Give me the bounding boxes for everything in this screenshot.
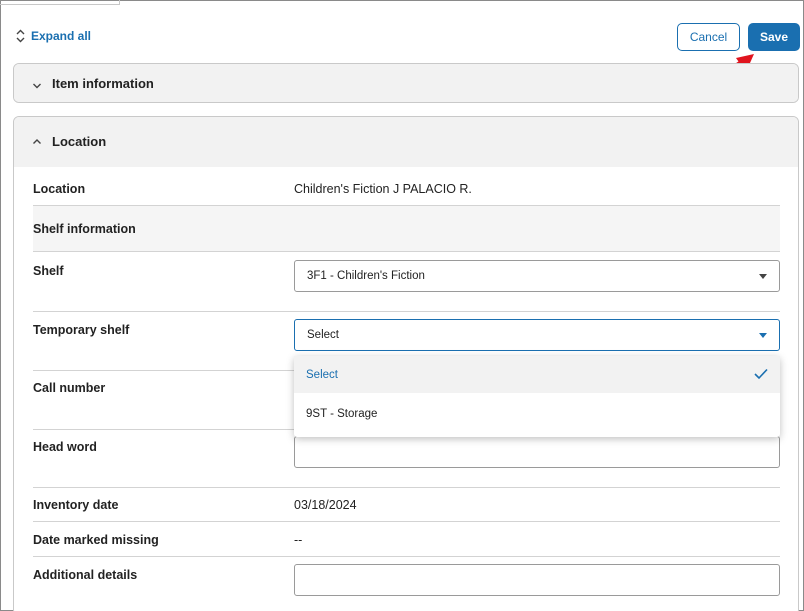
- location-label: Location: [33, 182, 86, 196]
- shelf-row: Shelf 3F1 - Children's Fiction: [33, 252, 780, 312]
- shelf-information-row: Shelf information: [33, 206, 780, 252]
- dropdown-option-storage[interactable]: 9ST - Storage: [294, 395, 780, 432]
- additional-details-row: Additional details: [33, 557, 780, 611]
- head-word-label: Head word: [33, 440, 97, 454]
- shelf-label: Shelf: [33, 264, 64, 278]
- chevron-down-icon: [759, 333, 767, 338]
- expand-all-label: Expand all: [31, 29, 92, 43]
- dropdown-option-label: 9ST - Storage: [306, 407, 378, 420]
- temporary-shelf-label: Temporary shelf: [33, 323, 130, 337]
- temporary-shelf-select-value: Select: [307, 329, 339, 341]
- dropdown-option-label: Select: [306, 368, 338, 381]
- location-title: Location: [52, 134, 107, 149]
- temporary-shelf-select[interactable]: Select: [294, 319, 780, 351]
- chevron-down-icon: [33, 83, 41, 89]
- shelf-select[interactable]: 3F1 - Children's Fiction: [294, 260, 780, 292]
- location-value: Children's Fiction J PALACIO R.: [294, 182, 472, 196]
- checkmark-icon: [754, 368, 768, 380]
- expand-collapse-icon: [16, 29, 25, 43]
- dropdown-option-select[interactable]: Select: [294, 356, 780, 393]
- item-information-section: Item information: [13, 63, 799, 103]
- chevron-up-icon: [33, 138, 41, 144]
- cancel-button[interactable]: Cancel: [677, 23, 740, 51]
- head-word-row: Head word: [33, 430, 780, 488]
- head-word-input[interactable]: [294, 436, 780, 468]
- temporary-shelf-dropdown: Select 9ST - Storage: [294, 356, 780, 437]
- inventory-date-row: Inventory date 03/18/2024: [33, 488, 780, 522]
- additional-details-label: Additional details: [33, 568, 138, 582]
- inventory-date-label: Inventory date: [33, 498, 119, 512]
- save-button[interactable]: Save: [748, 23, 800, 51]
- call-number-label: Call number: [33, 381, 106, 395]
- shelf-select-value: 3F1 - Children's Fiction: [307, 270, 425, 282]
- date-marked-missing-row: Date marked missing --: [33, 522, 780, 557]
- item-information-title: Item information: [52, 75, 154, 91]
- top-tab-edge: [0, 0, 120, 5]
- date-marked-missing-value: --: [294, 533, 303, 547]
- additional-details-input[interactable]: [294, 564, 780, 596]
- location-row: Location Children's Fiction J PALACIO R.: [33, 172, 780, 206]
- chevron-down-icon: [759, 274, 767, 279]
- expand-all-link[interactable]: Expand all: [16, 29, 91, 43]
- inventory-date-value: 03/18/2024: [294, 498, 357, 512]
- date-marked-missing-label: Date marked missing: [33, 533, 159, 547]
- shelf-information-heading: Shelf information: [33, 222, 136, 236]
- item-information-header[interactable]: Item information: [14, 64, 798, 102]
- location-header[interactable]: Location: [14, 117, 798, 167]
